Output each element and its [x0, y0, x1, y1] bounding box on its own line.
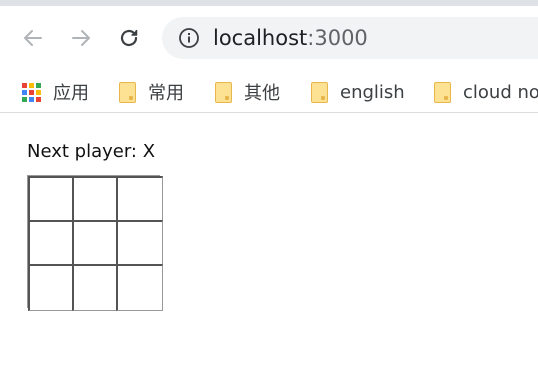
- address-port: :3000: [307, 26, 368, 50]
- bookmark-label: 应用: [53, 83, 89, 104]
- game-status: Next player: X: [27, 141, 156, 162]
- board-square[interactable]: [72, 176, 119, 223]
- info-icon[interactable]: [178, 27, 200, 49]
- folder-icon: [119, 81, 136, 103]
- bookmark-label: cloud no: [463, 81, 538, 103]
- reload-icon: [120, 29, 138, 47]
- apps-grid-icon: [22, 82, 41, 102]
- folder-icon: [215, 81, 232, 103]
- board-square[interactable]: [116, 220, 163, 267]
- board-square[interactable]: [72, 220, 119, 267]
- board-square[interactable]: [28, 220, 75, 267]
- forward-button[interactable]: [65, 22, 97, 54]
- browser-toolbar: localhost:3000: [0, 0, 538, 72]
- bookmark-label: english: [340, 81, 405, 103]
- bookmark-folder[interactable]: 常用: [119, 76, 184, 108]
- board-square[interactable]: [28, 264, 75, 311]
- bookmark-folder[interactable]: english: [311, 76, 405, 108]
- address-bar[interactable]: localhost:3000: [162, 17, 538, 59]
- bookmarks-bar: 应用 常用 其他 english cloud no: [0, 72, 538, 113]
- tab-strip-edge: [0, 0, 538, 6]
- bookmark-label: 常用: [148, 83, 184, 104]
- arrow-right-icon: [72, 30, 90, 46]
- bookmark-folder[interactable]: cloud no: [434, 76, 538, 108]
- game-board: [27, 175, 163, 311]
- board-square[interactable]: [116, 264, 163, 311]
- address-url[interactable]: localhost:3000: [213, 25, 368, 51]
- bookmark-folder[interactable]: 其他: [215, 76, 280, 108]
- page-content: Next player: X: [0, 113, 538, 373]
- address-host: localhost: [213, 26, 308, 50]
- board-square[interactable]: [116, 176, 163, 223]
- folder-icon: [434, 81, 451, 103]
- bookmark-apps[interactable]: 应用: [22, 76, 89, 108]
- bookmark-label: 其他: [244, 83, 280, 104]
- folder-icon: [311, 81, 328, 103]
- board-square[interactable]: [72, 264, 119, 311]
- board-square[interactable]: [28, 176, 75, 223]
- back-button[interactable]: [17, 22, 49, 54]
- reload-button[interactable]: [113, 22, 145, 54]
- arrow-left-icon: [24, 30, 42, 46]
